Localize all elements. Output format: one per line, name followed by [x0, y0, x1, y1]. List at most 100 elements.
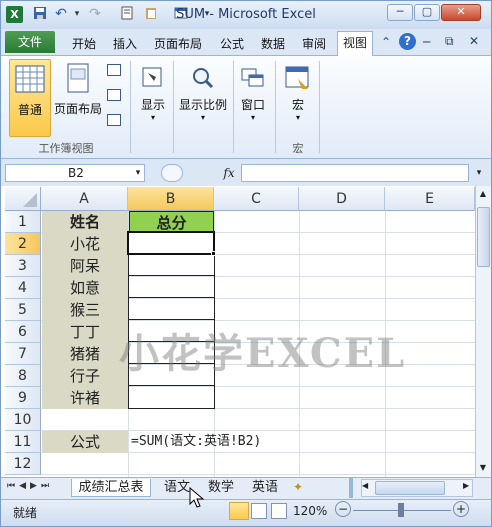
group-label-macros: 宏 [292, 142, 304, 155]
zoom-in-button[interactable]: + [453, 501, 469, 517]
tab-page-layout[interactable]: 页面布局 [154, 34, 202, 54]
tab-split-handle[interactable] [349, 478, 353, 498]
page-break-preview-icon[interactable] [107, 64, 121, 76]
cell-a6[interactable]: 丁丁 [42, 321, 128, 343]
cell-a11[interactable]: 公式 [42, 431, 128, 453]
row-header-4[interactable]: 4 [5, 277, 41, 299]
normal-view-button[interactable]: 普通 [9, 59, 51, 137]
row-header-5[interactable]: 5 [5, 299, 41, 321]
cell-a3[interactable]: 阿呆 [42, 255, 128, 277]
sheet-nav-icon[interactable]: ⏮◀▶⏭ [7, 481, 53, 491]
border-line [128, 319, 215, 320]
minimize-button[interactable]: ─ [387, 4, 413, 21]
cell-a9[interactable]: 许褚 [42, 387, 128, 409]
macro-label: 宏 [291, 98, 304, 112]
window-icon [241, 68, 264, 87]
doc-restore-icon[interactable]: ⧉ [445, 34, 454, 49]
sheet-tab-english[interactable]: 英语 [245, 479, 285, 497]
row-header-12[interactable]: 12 [5, 453, 41, 475]
tab-home[interactable]: 开始 [72, 34, 96, 54]
normal-view-status-icon[interactable] [229, 502, 249, 520]
column-header-b[interactable]: B [128, 187, 214, 211]
row-header-9[interactable]: 9 [5, 387, 41, 409]
cell-a7[interactable]: 猪猪 [42, 343, 128, 365]
vertical-scroll-thumb[interactable] [477, 207, 490, 267]
ribbon-minimize-icon[interactable]: ⌃ [381, 35, 391, 49]
page-break-status-icon[interactable] [271, 503, 287, 519]
row-header-1[interactable]: 1 [5, 211, 41, 233]
column-header-a[interactable]: A [41, 187, 128, 211]
cell-b11[interactable]: =SUM(语文:英语!B2) [131, 431, 331, 453]
column-header-e[interactable]: E [385, 187, 475, 211]
close-button[interactable]: ✕ [441, 4, 481, 21]
insert-sheet-icon[interactable]: ✦ [293, 480, 303, 494]
normal-view-label: 普通 [17, 103, 42, 117]
row-header-10[interactable]: 10 [5, 409, 41, 431]
group-separator [130, 61, 131, 153]
zoom-slider-thumb[interactable] [398, 503, 404, 517]
cell-a8[interactable]: 行子 [42, 365, 128, 387]
border-line [128, 275, 215, 276]
scroll-right-icon[interactable]: ▶ [463, 481, 469, 490]
sheet-tab-math[interactable]: 数学 [201, 479, 241, 497]
group-separator [275, 61, 276, 153]
row-header-7[interactable]: 7 [5, 343, 41, 365]
window-label: 窗口 [240, 98, 265, 112]
select-all-button[interactable] [5, 187, 41, 211]
active-cell-b2[interactable] [127, 231, 215, 255]
cell-b1[interactable]: 总分 [129, 211, 214, 233]
mouse-cursor-icon [189, 486, 205, 512]
scroll-down-icon[interactable]: ▼ [476, 461, 490, 475]
row-header-6[interactable]: 6 [5, 321, 41, 343]
expand-formula-bar-icon[interactable]: ▾ [471, 164, 487, 182]
cell-a1[interactable]: 姓名 [42, 211, 128, 233]
doc-minimize-icon[interactable]: ─ [423, 35, 430, 49]
page-layout-icon [67, 63, 89, 93]
tab-formulas[interactable]: 公式 [220, 34, 244, 54]
doc-close-icon[interactable]: ✕ [469, 34, 479, 48]
column-header-d[interactable]: D [299, 187, 385, 211]
page-layout-status-icon[interactable] [251, 503, 267, 519]
fill-handle[interactable] [211, 251, 216, 256]
sheet-tab-summary[interactable]: 成绩汇总表 [71, 479, 151, 497]
horizontal-scroll-thumb[interactable] [375, 481, 445, 495]
status-ready: 就绪 [13, 506, 38, 520]
restore-button[interactable]: ▢ [414, 4, 440, 21]
show-button[interactable]: 显示 ▾ [135, 59, 171, 137]
cell-a5[interactable]: 猴三 [42, 299, 128, 321]
tab-insert[interactable]: 插入 [113, 34, 137, 54]
scroll-up-icon[interactable]: ▲ [476, 187, 490, 201]
tab-review[interactable]: 审阅 [302, 34, 326, 54]
zoom-level[interactable]: 120% [293, 504, 327, 518]
show-icon [142, 67, 162, 87]
cell-a2[interactable]: 小花 [42, 233, 128, 255]
help-icon[interactable]: ? [399, 33, 416, 50]
excel-window: X ↶ ▾ ↷ ▾ SUM - Microsoft Excel ─ ▢ ✕ 文件… [0, 0, 492, 527]
row-header-8[interactable]: 8 [5, 365, 41, 387]
show-label: 显示 [140, 98, 165, 112]
insert-function-icon[interactable]: fx [219, 164, 239, 182]
tab-view[interactable]: 视图 [337, 31, 373, 56]
zoom-out-button[interactable]: − [335, 501, 351, 517]
group-separator [173, 61, 174, 153]
name-box-dropdown-icon[interactable]: ▾ [131, 164, 145, 182]
full-screen-icon[interactable] [107, 114, 121, 126]
window-button[interactable]: 窗口 ▾ [235, 59, 271, 137]
row-header-3[interactable]: 3 [5, 255, 41, 277]
name-box[interactable]: B2 [5, 164, 145, 182]
tab-file[interactable]: 文件 [5, 31, 55, 53]
macros-button[interactable]: 宏 ▾ [281, 59, 315, 137]
column-header-c[interactable]: C [214, 187, 299, 211]
show-dropdown-icon: ▾ [150, 113, 155, 122]
row-header-11[interactable]: 11 [5, 431, 41, 453]
scroll-left-icon[interactable]: ◀ [362, 481, 368, 490]
cell-a4[interactable]: 如意 [42, 277, 128, 299]
formula-bar-splitter[interactable] [161, 164, 183, 182]
page-layout-view-button[interactable]: 页面布局 [53, 59, 103, 137]
zoom-button[interactable]: 显示比例 ▾ [175, 59, 231, 137]
formula-input[interactable] [241, 164, 469, 182]
window-dropdown-icon: ▾ [250, 113, 255, 122]
custom-views-icon[interactable] [107, 89, 121, 101]
row-header-2[interactable]: 2 [5, 233, 41, 255]
tab-data[interactable]: 数据 [261, 34, 285, 54]
